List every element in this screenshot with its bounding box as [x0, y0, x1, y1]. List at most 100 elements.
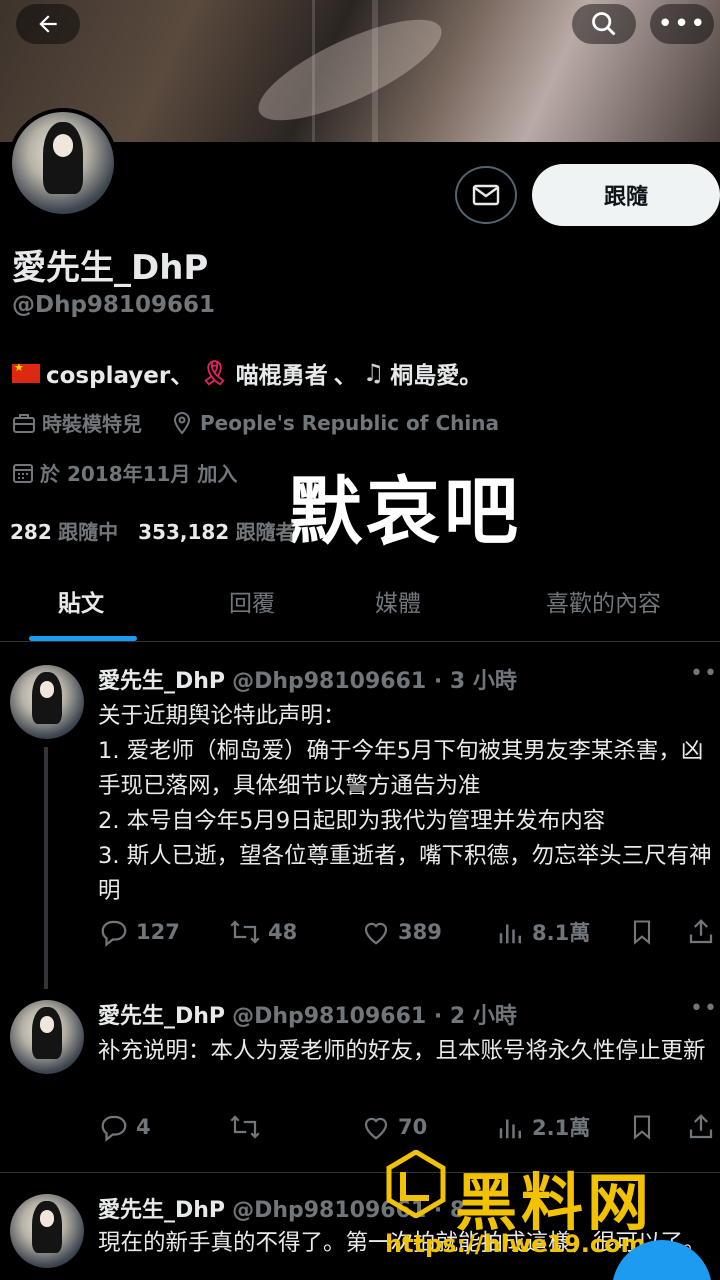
overlay-caption: 默哀吧: [288, 469, 522, 555]
bookmark-icon: [633, 920, 651, 945]
watermark-url: https://hlwe19.com: [385, 1230, 646, 1258]
following-label: 跟隨中: [58, 520, 119, 544]
envelope-icon: [472, 184, 500, 206]
briefcase-icon: [13, 413, 35, 433]
share-icon: [689, 919, 713, 944]
avatar-detail: [39, 1016, 55, 1033]
heart-icon: [364, 922, 388, 945]
views-button[interactable]: 2.1萬: [496, 1112, 590, 1142]
tweet-author-name[interactable]: 愛先生_DhP: [98, 669, 225, 694]
profile-location: People's Republic of China: [200, 410, 499, 435]
tweet-avatar[interactable]: [10, 665, 84, 739]
profile-handle: @Dhp98109661: [12, 292, 215, 318]
tweet-author-name[interactable]: 愛先生_DhP: [98, 1198, 225, 1223]
profile-joined: 於 2018年11月 加入: [40, 462, 238, 486]
tweet-text: 关于近期舆论特此声明： 1. 爱老师（桐岛爱）确于今年5月下旬被其男友李某杀害，…: [98, 703, 712, 904]
following-count: 282: [10, 520, 52, 544]
retweet-icon: [230, 1115, 260, 1139]
more-icon: •••: [657, 9, 707, 39]
avatar-detail: [42, 122, 84, 194]
views-button[interactable]: 8.1萬: [496, 917, 590, 947]
reply-icon: [101, 920, 127, 947]
bio-text: 桐島愛。: [390, 363, 483, 389]
followers-label: 跟隨者: [235, 520, 296, 544]
search-icon: [592, 12, 616, 36]
tweet-header: 愛先生_DhP @Dhp98109661 · 2 小時: [98, 998, 517, 1030]
bookmark-button[interactable]: [628, 917, 656, 947]
tweet-more-icon[interactable]: •••: [690, 996, 720, 1021]
retweet-count: 48: [268, 920, 298, 944]
retweet-button[interactable]: [228, 1112, 268, 1142]
view-count: 2.1萬: [532, 1116, 591, 1140]
tweet-actions: 127 48 389 8.1萬: [98, 917, 718, 957]
tab-media[interactable]: 媒體: [375, 584, 421, 618]
tweet-actions: 4 70 2.1萬: [98, 1112, 718, 1152]
tweet[interactable]: 愛先生_DhP @Dhp98109661 · 2 小時 ••• 补充说明：本人为…: [0, 988, 720, 1173]
bookmark-button[interactable]: [628, 1112, 656, 1142]
reply-button[interactable]: 127: [98, 917, 180, 947]
bar-chart-icon: [499, 1119, 521, 1139]
like-button[interactable]: 389: [360, 917, 442, 947]
tweet-avatar[interactable]: [10, 1194, 84, 1268]
reply-button[interactable]: 4: [98, 1112, 151, 1142]
share-icon: [689, 1114, 713, 1139]
profile-meta-row: 時裝模特兒 People's Republic of China: [12, 408, 499, 437]
avatar-detail: [32, 672, 62, 725]
back-button[interactable]: [16, 4, 80, 44]
retweet-icon: [230, 920, 260, 944]
share-button[interactable]: [686, 917, 716, 947]
tab-replies[interactable]: 回覆: [229, 584, 275, 618]
bio-text: 喵棍勇者: [235, 363, 328, 389]
location-pin-icon: [173, 411, 191, 435]
retweet-button[interactable]: 48: [228, 917, 297, 947]
share-button[interactable]: [686, 1112, 716, 1142]
watermark-title: 黑料网: [455, 1166, 654, 1239]
reply-icon: [101, 1115, 127, 1142]
profile-display-name: 愛先生_DhP: [12, 248, 209, 288]
follow-stats: 282 跟隨中 353,182 跟隨者: [10, 516, 296, 545]
tweet-header: 愛先生_DhP @Dhp98109661 · 3 小時: [98, 663, 517, 695]
following-stat[interactable]: 282 跟隨中: [10, 516, 118, 545]
avatar-detail: [39, 681, 55, 698]
profile-tabs: 貼文 回覆 媒體 喜歡的內容: [0, 570, 720, 642]
tweet-author-name[interactable]: 愛先生_DhP: [98, 1004, 225, 1029]
reply-count: 127: [136, 920, 180, 944]
bar-chart-icon: [499, 924, 521, 944]
tweet-handle-time: @Dhp98109661 · 2 小時: [232, 1004, 517, 1029]
like-button[interactable]: 70: [360, 1112, 427, 1142]
active-tab-indicator: [29, 636, 137, 641]
tweet-handle-time: @Dhp98109661 · 3 小時: [232, 669, 517, 694]
calendar-icon: [13, 463, 33, 483]
bio-text: 、: [333, 363, 357, 389]
tab-likes[interactable]: 喜歡的內容: [546, 584, 661, 618]
thread-line: [44, 747, 48, 989]
bookmark-icon: [633, 1115, 651, 1140]
follow-button[interactable]: 跟隨: [532, 164, 720, 226]
followers-stat[interactable]: 353,182 跟隨者: [138, 516, 295, 545]
tab-posts[interactable]: 貼文: [58, 584, 104, 618]
banner-decoration: [246, 0, 454, 140]
avatar-detail: [52, 134, 74, 157]
profile-bio: cosplayer、 🎗 喵棍勇者 、 ♫ 桐島愛。: [12, 356, 482, 390]
music-note-icon: ♫: [362, 359, 385, 387]
message-button[interactable]: [455, 166, 517, 224]
like-count: 70: [398, 1115, 428, 1139]
profile-joined-row: 於 2018年11月 加入: [12, 458, 237, 487]
china-flag-icon: [12, 361, 40, 383]
view-count: 8.1萬: [532, 921, 591, 945]
search-button[interactable]: [572, 4, 636, 44]
avatar-detail: [32, 1201, 62, 1254]
watermark-logo-icon: [386, 1150, 446, 1218]
bio-text: cosplayer、: [46, 363, 194, 389]
tweet-more-icon[interactable]: •••: [690, 661, 720, 686]
followers-count: 353,182: [138, 520, 230, 544]
tweet-avatar[interactable]: [10, 1000, 84, 1074]
ribbon-icon: 🎗: [199, 359, 230, 387]
profile-avatar[interactable]: [8, 108, 118, 218]
arrow-left-icon: [39, 15, 57, 33]
tweet[interactable]: 愛先生_DhP @Dhp98109661 · 3 小時 ••• 关于近期舆论特此…: [0, 643, 720, 989]
avatar-detail: [39, 1210, 55, 1227]
heart-icon: [364, 1117, 388, 1140]
more-button[interactable]: •••: [650, 4, 714, 44]
like-count: 389: [398, 920, 442, 944]
